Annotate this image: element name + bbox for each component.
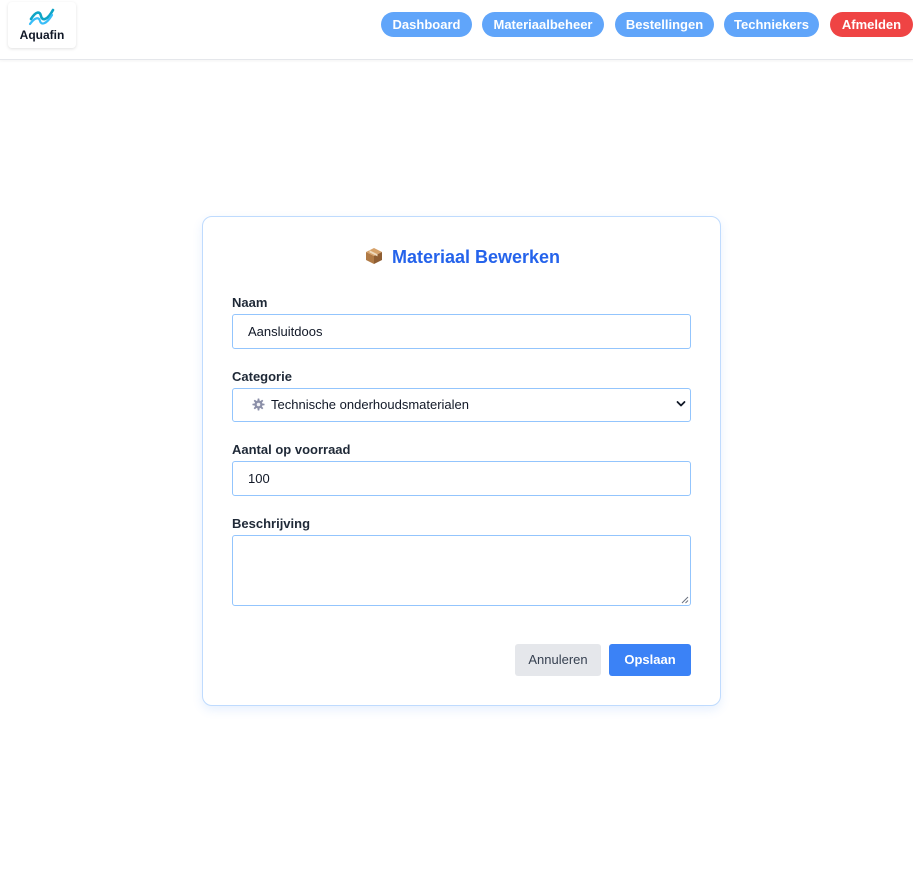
category-selected-value: Technische onderhoudsmaterialen	[271, 397, 470, 412]
nav-materiaalbeheer-button[interactable]: Materiaalbeheer	[482, 12, 604, 37]
stock-input[interactable]: 100	[232, 461, 691, 496]
logout-button[interactable]: Afmelden	[830, 12, 913, 37]
description-textarea[interactable]	[232, 535, 691, 606]
stock-input-value: 100	[248, 471, 270, 486]
form-title-text: Materiaal Bewerken	[391, 247, 561, 267]
description-label: Beschrijving	[232, 516, 311, 531]
package-icon	[365, 248, 382, 264]
nav-bestellingen-button[interactable]: Bestellingen	[615, 12, 714, 37]
aquafin-logo[interactable]: Aquafin	[8, 2, 76, 48]
nav-dashboard-button[interactable]: Dashboard	[381, 12, 472, 37]
category-select[interactable]: Technische onderhoudsmaterialen	[232, 388, 691, 422]
name-input[interactable]: Aansluitdoos	[232, 314, 691, 349]
waves-icon	[28, 8, 55, 26]
nav-techniekers-button[interactable]: Techniekers	[724, 12, 819, 37]
edit-material-card: Materiaal Bewerken Naam Aansluitdoos Cat…	[202, 216, 721, 706]
save-button[interactable]: Opslaan	[609, 644, 691, 676]
resize-handle-icon[interactable]	[681, 596, 689, 604]
chevron-down-icon	[676, 401, 686, 407]
gear-icon	[252, 398, 265, 411]
stock-label: Aantal op voorraad	[232, 442, 351, 457]
category-label: Categorie	[232, 369, 292, 384]
logo-text: Aquafin	[19, 28, 65, 42]
name-input-value: Aansluitdoos	[248, 324, 323, 339]
top-navigation-bar: Aquafin Dashboard Materiaalbeheer Bestel…	[0, 0, 913, 60]
name-label: Naam	[232, 295, 268, 310]
cancel-button[interactable]: Annuleren	[515, 644, 601, 676]
form-title: Materiaal Bewerken	[203, 247, 722, 268]
